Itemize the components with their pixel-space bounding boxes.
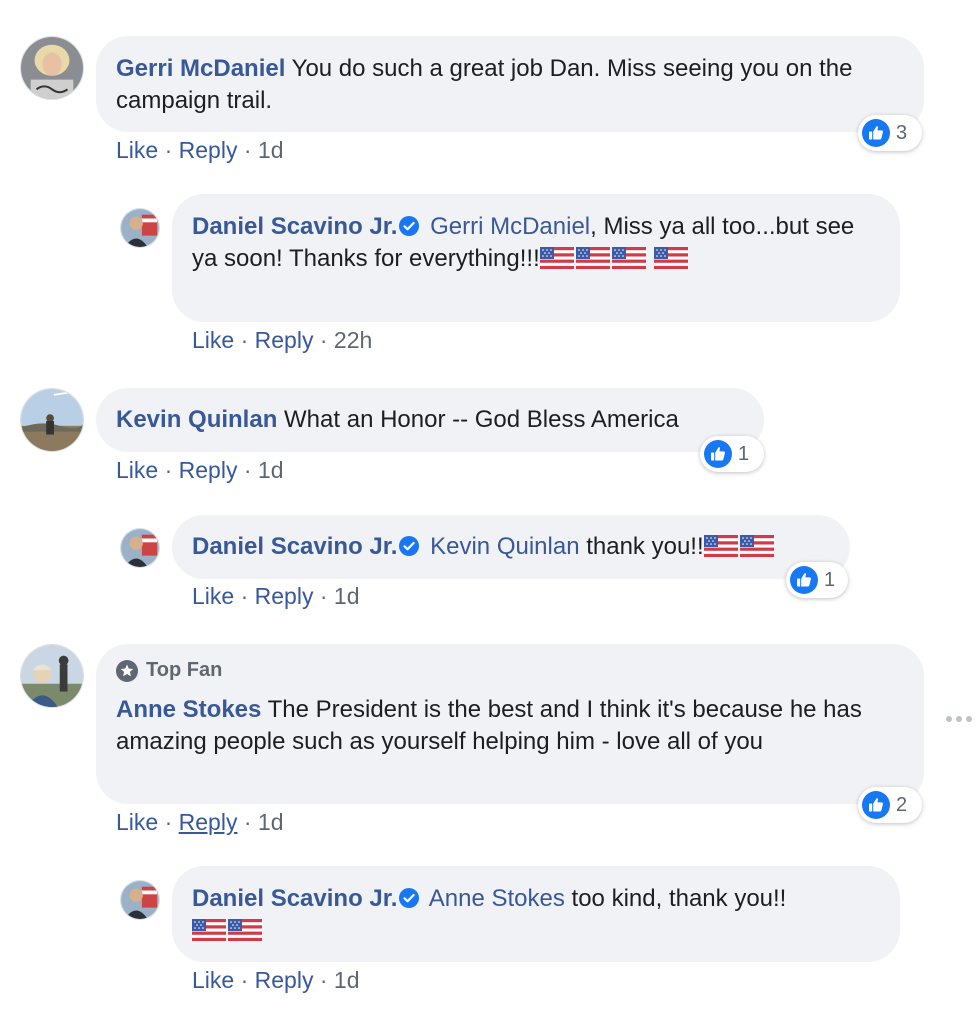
comment-timestamp[interactable]: 1d <box>258 457 284 483</box>
reply-timestamp[interactable]: 22h <box>334 327 372 353</box>
comment-bubble: Gerri McDaniel You do such a great job D… <box>96 36 924 132</box>
top-fan-label: Top Fan <box>146 659 223 681</box>
avatar-gerri-image <box>21 37 83 99</box>
avatar[interactable] <box>120 528 160 568</box>
avatar[interactable] <box>120 880 160 920</box>
reaction-count: 1 <box>824 568 836 591</box>
separator: · <box>240 327 249 353</box>
separator: · <box>319 967 328 993</box>
avatar-anne-image <box>21 645 83 707</box>
reply-button[interactable]: Reply <box>255 967 314 993</box>
reply-text: too kind, thank you!! <box>564 885 787 912</box>
reply-button[interactable]: Reply <box>255 327 314 353</box>
avatar[interactable] <box>120 208 160 248</box>
comment-author[interactable]: Anne Stokes <box>116 696 261 723</box>
us-flag-icon <box>576 247 610 269</box>
comment-bubble: Kevin Quinlan What an Honor -- God Bless… <box>96 388 764 452</box>
like-button[interactable]: Like <box>192 967 234 993</box>
mention-link[interactable]: Gerri McDaniel <box>430 213 590 240</box>
us-flag-icon <box>192 919 226 941</box>
thumbs-up-icon <box>790 566 818 594</box>
comment-author[interactable]: Gerri McDaniel <box>116 55 285 82</box>
reply-author[interactable]: Daniel Scavino Jr. <box>192 885 397 912</box>
star-badge-icon <box>116 660 138 682</box>
reaction-count-badge[interactable]: 1 <box>700 436 764 472</box>
like-button[interactable]: Like <box>116 137 158 163</box>
separator: · <box>243 137 252 163</box>
comment-actions: Like · Reply · 1d <box>116 807 284 837</box>
reply-text: thank you!! <box>579 533 704 560</box>
reaction-count: 1 <box>738 442 750 465</box>
avatar[interactable] <box>20 644 84 708</box>
separator: · <box>164 457 173 483</box>
reaction-count: 2 <box>896 793 908 816</box>
comment-author[interactable]: Kevin Quinlan <box>116 406 277 433</box>
like-button[interactable]: Like <box>192 583 234 609</box>
reply-bubble: Daniel Scavino Jr. Gerri McDaniel, Miss … <box>172 194 900 322</box>
separator: · <box>164 137 173 163</box>
avatar-daniel-image <box>121 881 159 919</box>
separator: · <box>240 967 249 993</box>
avatar-kevin-image <box>21 389 83 451</box>
reply-timestamp[interactable]: 1d <box>334 583 360 609</box>
reply-button[interactable]: Reply <box>179 137 238 163</box>
like-button[interactable]: Like <box>116 809 158 835</box>
reaction-count-badge[interactable]: 3 <box>858 115 922 151</box>
reply-timestamp[interactable]: 1d <box>334 967 360 993</box>
mention-link[interactable]: Anne Stokes <box>429 885 565 912</box>
avatar-daniel-image <box>121 529 159 567</box>
comment-text: What an Honor -- God Bless America <box>284 406 679 433</box>
us-flag-icon <box>540 247 574 269</box>
verified-badge-icon <box>399 536 419 556</box>
reply-actions: Like · Reply · 22h <box>192 325 372 355</box>
separator: · <box>243 809 252 835</box>
reply-actions: Like · Reply · 1d <box>192 965 360 995</box>
reply-button[interactable]: Reply <box>255 583 314 609</box>
thumbs-up-icon <box>862 791 890 819</box>
separator: · <box>319 583 328 609</box>
avatar[interactable] <box>20 36 84 100</box>
separator: · <box>243 457 252 483</box>
reaction-count-badge[interactable]: 2 <box>858 787 922 823</box>
us-flag-icon <box>740 535 774 557</box>
verified-badge-icon <box>399 216 419 236</box>
avatar[interactable] <box>20 388 84 452</box>
separator: · <box>319 327 328 353</box>
reply-button[interactable]: Reply <box>179 457 238 483</box>
reply-button[interactable]: Reply <box>179 809 238 835</box>
us-flag-icon <box>612 247 646 269</box>
reply-author[interactable]: Daniel Scavino Jr. <box>192 213 397 240</box>
comment-actions: Like · Reply · 1d <box>116 455 284 485</box>
comment-timestamp[interactable]: 1d <box>258 809 284 835</box>
like-button[interactable]: Like <box>116 457 158 483</box>
more-options-icon[interactable] <box>946 714 972 724</box>
thumbs-up-icon <box>862 119 890 147</box>
avatar-daniel-image <box>121 209 159 247</box>
like-button[interactable]: Like <box>192 327 234 353</box>
reply-actions: Like · Reply · 1d <box>192 581 360 611</box>
thumbs-up-icon <box>704 440 732 468</box>
separator: · <box>240 583 249 609</box>
reply-bubble: Daniel Scavino Jr. Kevin Quinlan thank y… <box>172 515 850 579</box>
us-flag-icon <box>654 247 688 269</box>
separator: · <box>164 809 173 835</box>
reaction-count: 3 <box>896 121 908 144</box>
us-flag-icon <box>228 919 262 941</box>
top-fan-badge[interactable]: Top Fan <box>116 659 222 682</box>
comment-timestamp[interactable]: 1d <box>258 137 284 163</box>
mention-link[interactable]: Kevin Quinlan <box>430 533 579 560</box>
reply-bubble: Daniel Scavino Jr. Anne Stokes too kind,… <box>172 866 900 962</box>
truncated-text-fragment <box>250 0 370 6</box>
verified-badge-icon <box>399 888 419 908</box>
reaction-count-badge[interactable]: 1 <box>786 562 848 598</box>
us-flag-icon <box>704 535 738 557</box>
reply-author[interactable]: Daniel Scavino Jr. <box>192 533 397 560</box>
comment-actions: Like · Reply · 1d <box>116 135 284 165</box>
